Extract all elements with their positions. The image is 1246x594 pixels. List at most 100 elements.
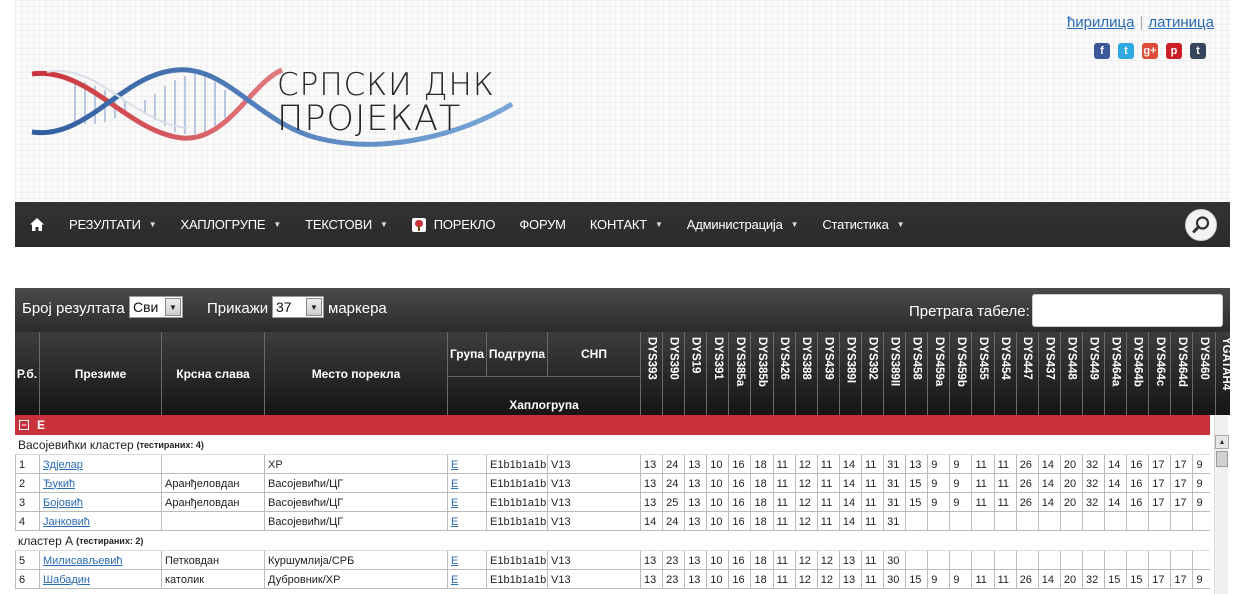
cell-surname: Милисављевић <box>40 551 162 570</box>
col-marker[interactable]: DYS447 <box>1017 332 1039 415</box>
col-subgroup[interactable]: Подгрупа <box>487 332 548 376</box>
surname-link[interactable]: Шабадин <box>43 574 90 586</box>
cell-group: E <box>448 474 487 493</box>
col-marker-label: DYS460 <box>1198 337 1211 380</box>
surname-link[interactable]: Јанковић <box>43 516 90 528</box>
group-link[interactable]: E <box>451 555 458 567</box>
home-icon[interactable] <box>17 217 57 232</box>
cell-marker-value <box>1105 512 1128 531</box>
col-slava[interactable]: Крсна слава <box>162 332 265 415</box>
lang-cyrillic-link[interactable]: ћирилица <box>1067 14 1135 31</box>
col-marker[interactable]: DYS388 <box>796 332 818 415</box>
results-count-value: Сви <box>133 299 159 315</box>
col-surname[interactable]: Презиме <box>40 332 162 415</box>
cell-marker-value: 14 <box>840 474 862 493</box>
surname-link[interactable]: Бојовић <box>43 497 83 509</box>
slava-value: Аранђеловдан <box>165 496 240 509</box>
tumblr-icon[interactable]: t <box>1190 43 1206 59</box>
col-marker-label: DYS390 <box>667 337 680 380</box>
col-group[interactable]: Група <box>448 332 487 376</box>
col-rb[interactable]: Р.б. <box>15 332 40 415</box>
group-link[interactable]: E <box>451 478 458 490</box>
col-marker[interactable]: DYS464a <box>1105 332 1128 415</box>
nav-item-6[interactable]: Администрација ▼ <box>675 217 811 232</box>
col-marker[interactable]: DYS448 <box>1061 332 1083 415</box>
col-marker-label: DYS388 <box>800 337 813 380</box>
nav-item-4[interactable]: ФОРУМ <box>507 217 577 232</box>
cell-marker-value: 12 <box>796 512 818 531</box>
pinterest-icon[interactable]: p <box>1166 43 1182 59</box>
col-marker[interactable]: YGATAH4 <box>1216 332 1230 415</box>
n-value: 6 <box>19 573 26 586</box>
cell-marker-value <box>1017 551 1039 570</box>
col-snp[interactable]: СНП <box>548 332 641 376</box>
nav-item-1[interactable]: ХАПЛОГРУПЕ ▼ <box>169 217 294 232</box>
col-marker[interactable]: DYS426 <box>774 332 796 415</box>
snp-value: V13 <box>551 496 571 509</box>
cell-marker-value: 16 <box>729 474 752 493</box>
col-marker[interactable]: DYS464c <box>1149 332 1172 415</box>
group-link[interactable]: E <box>451 516 458 528</box>
nav-item-3[interactable]: ПОРЕКЛО <box>400 217 508 232</box>
col-marker[interactable]: DYS458 <box>906 332 929 415</box>
col-marker[interactable]: DYS389II <box>884 332 907 415</box>
group-link[interactable]: E <box>451 497 458 509</box>
col-marker[interactable]: DYS449 <box>1083 332 1106 415</box>
cell-marker-value: 11 <box>774 474 796 493</box>
col-marker[interactable]: DYS437 <box>1039 332 1061 415</box>
group-link[interactable]: E <box>451 459 458 471</box>
cell-marker-value <box>973 551 995 570</box>
col-marker[interactable]: DYS19 <box>685 332 708 415</box>
nav-item-2[interactable]: ТЕКСТОВИ ▼ <box>293 217 400 232</box>
search-icon[interactable] <box>1185 209 1217 241</box>
lang-latin-link[interactable]: латиница <box>1148 14 1214 31</box>
col-marker[interactable]: DYS464b <box>1127 332 1150 415</box>
cell-marker-value: 9 <box>1194 493 1216 512</box>
results-count-select[interactable]: Сви ▼ <box>129 296 183 318</box>
col-marker[interactable]: DYS455 <box>973 332 995 415</box>
nav-item-7[interactable]: Статистика ▼ <box>810 217 916 232</box>
group-link[interactable]: E <box>451 574 458 586</box>
cell-marker-value: 14 <box>1039 570 1061 589</box>
cell-surname: Јанковић <box>40 512 162 531</box>
facebook-icon[interactable]: f <box>1094 43 1110 59</box>
twitter-icon[interactable]: t <box>1118 43 1134 59</box>
col-marker[interactable]: DYS391 <box>707 332 730 415</box>
table-search-input[interactable] <box>1032 294 1223 327</box>
nav-item-0[interactable]: РЕЗУЛТАТИ ▼ <box>57 217 169 232</box>
col-marker[interactable]: DYS385b <box>752 332 774 415</box>
cell-marker-value: 11 <box>774 455 796 474</box>
col-marker-label: DYS391 <box>711 337 724 380</box>
cell-marker-value: 13 <box>685 570 708 589</box>
col-place[interactable]: Место порекла <box>265 332 448 415</box>
surname-link[interactable]: Ђукић <box>43 478 75 490</box>
nav-item-5[interactable]: КОНТАКТ ▼ <box>578 217 675 232</box>
col-marker[interactable]: DYS392 <box>862 332 885 415</box>
cell-marker-value: 11 <box>818 474 840 493</box>
col-marker[interactable]: DYS389I <box>840 332 862 415</box>
surname-link[interactable]: Милисављевић <box>43 555 123 567</box>
markers-count-select[interactable]: 37 ▼ <box>272 296 324 318</box>
col-marker[interactable]: DYS454 <box>995 332 1017 415</box>
surname-link[interactable]: Здјелар <box>43 459 83 471</box>
cell-marker-value: 12 <box>818 570 840 589</box>
cell-n: 2 <box>15 474 40 493</box>
col-marker[interactable]: DYS464d <box>1171 332 1194 415</box>
group-row-e[interactable]: − E <box>15 415 1210 435</box>
col-marker[interactable]: DYS385a <box>729 332 752 415</box>
col-marker[interactable]: DYS460 <box>1194 332 1216 415</box>
col-marker[interactable]: DYS390 <box>663 332 686 415</box>
col-marker[interactable]: DYS459b <box>950 332 973 415</box>
col-marker[interactable]: DYS439 <box>818 332 840 415</box>
cluster-note: (тестираних: 2) <box>76 535 144 546</box>
table-scrollbar[interactable]: ▲ <box>1214 415 1229 594</box>
col-marker[interactable]: DYS393 <box>641 332 664 415</box>
scroll-up-icon[interactable]: ▲ <box>1215 435 1229 449</box>
col-marker[interactable]: DYS459a <box>928 332 951 415</box>
social-links: f t g+ p t <box>1094 43 1206 59</box>
scroll-thumb[interactable] <box>1216 451 1228 467</box>
cell-marker-value: 12 <box>796 493 818 512</box>
google-plus-icon[interactable]: g+ <box>1142 43 1158 59</box>
collapse-icon[interactable]: − <box>19 420 29 430</box>
tree-icon <box>411 217 426 232</box>
